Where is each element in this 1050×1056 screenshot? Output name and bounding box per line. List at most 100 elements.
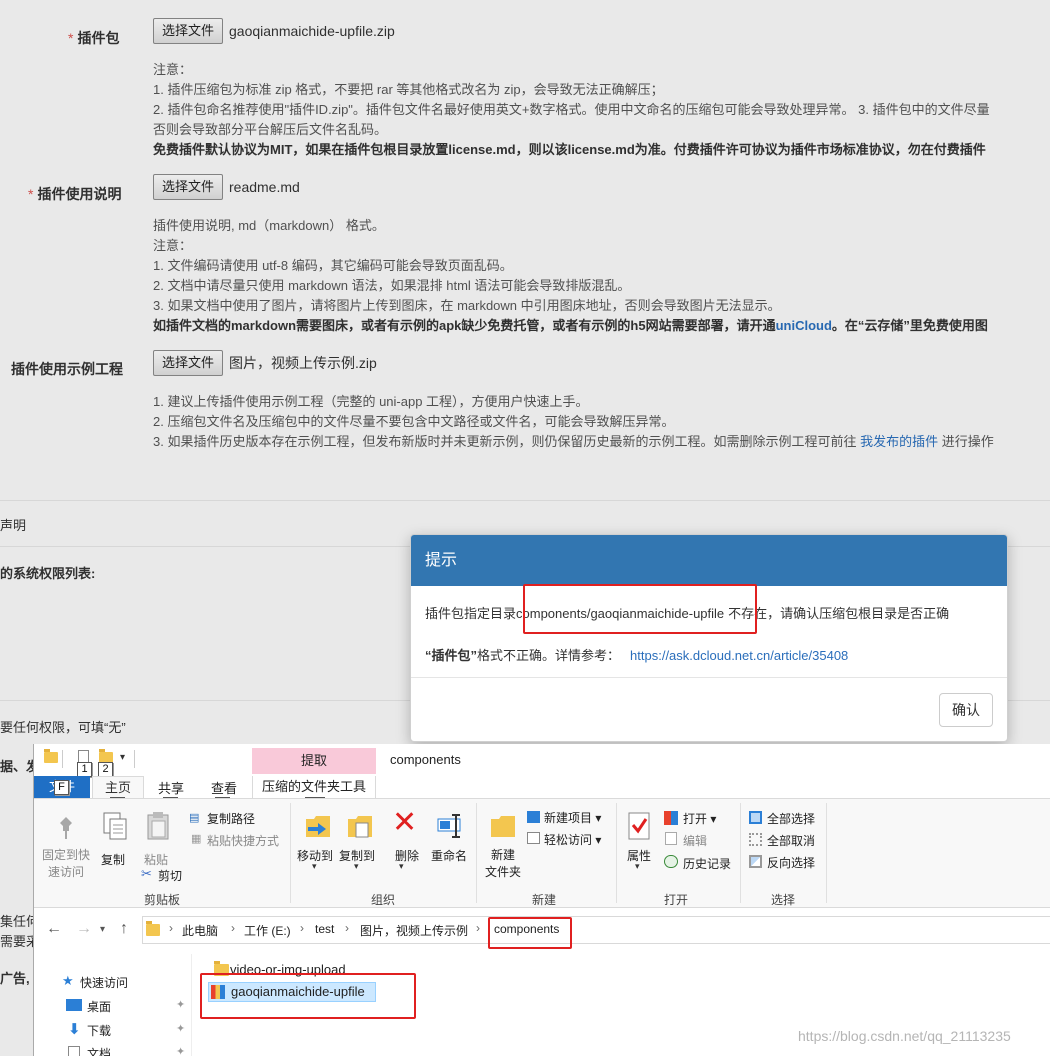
select-none-button[interactable]: 全部取消 [767, 832, 815, 849]
new-item-icon [527, 811, 540, 823]
toolbar-divider [62, 750, 63, 768]
open-icon [664, 811, 678, 825]
new-folder-button[interactable]: 新建 文件夹 [485, 847, 521, 881]
breadcrumb-example[interactable]: 图片，视频上传示例 [360, 922, 468, 939]
paste-shortcut-icon: ▦ [191, 833, 202, 845]
easy-access-icon [527, 832, 540, 844]
new-folder-label: 新建 文件夹 [485, 848, 522, 879]
group-divider [616, 803, 617, 903]
copy-to-icon [348, 816, 372, 838]
organize-group-label: 组织 [371, 893, 396, 907]
keytip-1: 1 [77, 762, 92, 777]
nav-quick-access[interactable]: 快速访问 [80, 974, 128, 991]
dialog-detail-bold: “插件包” [425, 648, 478, 663]
confirm-button[interactable]: 确认 [939, 693, 993, 727]
back-arrow-icon[interactable]: ← [46, 920, 62, 938]
select-none-icon [749, 833, 762, 846]
highlight-box-address [488, 917, 572, 949]
breadcrumb-drive[interactable]: 工作 (E:) [244, 922, 291, 939]
select-all-button[interactable]: 全部选择 [767, 810, 815, 827]
group-divider [826, 803, 827, 903]
extract-context-tab[interactable]: 提取 [252, 748, 376, 774]
easy-access-button[interactable]: 轻松访问 ▾ [544, 831, 601, 848]
history-button[interactable]: 历史记录 [683, 855, 731, 872]
file-explorer-window: ▾ 提取 components 1 2 文件 主页 共享 查看 压缩的文件夹工具… [33, 744, 1050, 1056]
invert-selection-button[interactable]: 反向选择 [767, 854, 815, 871]
pin-to-quick-access-button[interactable]: 固定到快 速访问 [42, 847, 90, 881]
chevron-down-icon[interactable]: ▾ [120, 752, 125, 763]
up-arrow-icon[interactable]: ↑ [120, 920, 128, 938]
copy-path-button[interactable]: 复制路径 [207, 810, 255, 827]
nav-downloads[interactable]: 下载 [87, 1022, 111, 1039]
alert-dialog: 提示 插件包指定目录components/gaoqianmaichide-upf… [410, 534, 1008, 742]
pin-icon: ✦ [176, 1023, 186, 1035]
chevron-down-icon[interactable]: ▾ [100, 924, 105, 935]
delete-icon: ✕ [392, 806, 418, 839]
highlight-box-dialog-path [523, 584, 757, 634]
chevron-right-icon: › [169, 921, 173, 935]
highlight-box-file [200, 973, 416, 1019]
select-group-label: 选择 [771, 893, 796, 907]
history-icon [664, 855, 678, 868]
chevron-down-icon: ▾ [312, 861, 317, 871]
scissors-icon: ✂ [141, 866, 152, 881]
dialog-help-link[interactable]: https://ask.dcloud.net.cn/article/35408 [630, 648, 848, 663]
open-group-label: 打开 [664, 893, 689, 907]
keytip-2: 2 [98, 762, 113, 777]
edit-icon [665, 832, 677, 845]
copy-icon [103, 812, 127, 840]
new-item-button[interactable]: 新建项目 ▾ [544, 809, 601, 826]
new-folder-icon [491, 816, 515, 837]
group-divider [476, 803, 477, 903]
dialog-message-prefix: 插件包指定目录 [425, 606, 517, 621]
toolbar-divider [134, 750, 135, 768]
documents-icon [68, 1046, 80, 1056]
tab-compressed-folder-tools[interactable]: 压缩的文件夹工具 [252, 776, 376, 798]
forward-arrow-icon[interactable]: → [76, 920, 92, 938]
breadcrumb-this-pc[interactable]: 此电脑 [182, 922, 218, 939]
tab-home[interactable]: 主页 [92, 776, 144, 798]
rename-button[interactable]: 重命名 [431, 847, 467, 864]
chevron-right-icon: › [300, 921, 304, 935]
open-label: 打开 [683, 812, 708, 826]
dialog-title: 提示 [411, 535, 1007, 586]
copy-path-icon: ▤ [189, 812, 200, 824]
new-item-label: 新建项目 [544, 811, 593, 825]
dialog-divider [411, 677, 1007, 678]
open-button[interactable]: 打开 ▾ [683, 810, 716, 827]
group-divider [290, 803, 291, 903]
invert-selection-icon [749, 855, 762, 868]
chevron-right-icon: › [345, 921, 349, 935]
easy-access-label: 轻松访问 [544, 833, 593, 847]
nav-desktop[interactable]: 桌面 [87, 998, 111, 1015]
properties-check-icon [628, 812, 650, 840]
copy-button[interactable]: 复制 [101, 851, 125, 868]
folder-icon [44, 749, 58, 763]
desktop-icon [66, 999, 82, 1011]
paste-icon [147, 812, 169, 840]
dialog-detail: “插件包”格式不正确。详情参考： https://ask.dcloud.net.c… [425, 645, 848, 664]
pin-icon: ✦ [176, 999, 186, 1011]
edit-button[interactable]: 编辑 [683, 832, 707, 849]
new-group-label: 新建 [532, 893, 557, 907]
pin-label: 固定到快 速访问 [42, 848, 91, 879]
breadcrumb-test[interactable]: test [315, 922, 334, 936]
group-divider [740, 803, 741, 903]
navigation-pane: ★ 快速访问 桌面 ✦ ⬇ 下载 ✦ 文档 ✦ [34, 954, 192, 1056]
clipboard-group-label: 剪贴板 [144, 893, 181, 907]
paste-shortcut-button[interactable]: 粘贴快捷方式 [207, 832, 279, 849]
move-to-icon [306, 816, 330, 837]
select-all-icon [749, 811, 762, 824]
window-title: components [390, 752, 461, 767]
quick-access-toolbar: ▾ 提取 components [34, 744, 1050, 776]
chevron-down-icon: ▾ [354, 861, 359, 871]
tab-view[interactable]: 查看 [211, 778, 237, 797]
folder-icon [146, 921, 160, 936]
pin-icon: ✦ [176, 1046, 186, 1056]
dialog-detail-text: 格式不正确。详情参考： [477, 648, 621, 663]
cut-button[interactable]: 剪切 [158, 867, 182, 884]
rename-icon [437, 814, 461, 838]
ribbon: 固定到快 速访问 复制 粘贴 ▤ 复制路径 ▦ 粘贴快捷方式 ✂ 剪切 剪贴板 … [34, 798, 1050, 908]
nav-documents[interactable]: 文档 [87, 1045, 111, 1056]
tab-share[interactable]: 共享 [158, 778, 184, 797]
